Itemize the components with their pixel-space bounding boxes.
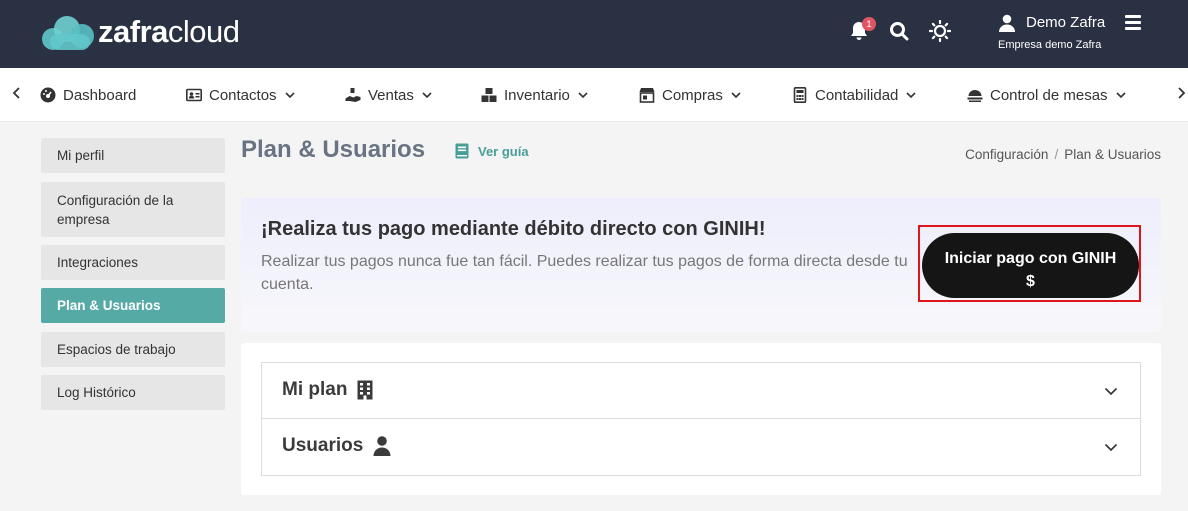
sidebar-item-label: Espacios de trabajo [57,342,176,357]
cloud-logo-icon [42,14,94,50]
accordion-title: Usuarios [282,435,364,456]
accordion-usuarios[interactable]: Usuarios [261,418,1141,476]
accordion-header: Usuarios [282,435,391,457]
accordion-title: Mi plan [282,379,348,400]
chevron-right-icon [1178,87,1186,99]
search-button[interactable] [889,20,911,42]
main-navigation: Dashboard Contactos Ventas Inventario Co… [0,68,1188,122]
accordion-header: Mi plan [282,379,373,401]
theme-toggle-button[interactable] [928,19,952,43]
nav-item-ventas[interactable]: Ventas [345,68,432,122]
sun-icon [928,19,952,43]
dollar-sign: $ [1026,273,1035,290]
nav-item-compras[interactable]: Compras [639,68,741,122]
user-name: Demo Zafra [1026,14,1106,31]
chevron-down-icon [906,92,916,99]
hamburger-menu-icon[interactable] [1125,15,1143,31]
table-service-icon [967,90,983,102]
sidebar-item-plan-usuarios[interactable]: Plan & Usuarios [41,288,225,323]
sidebar-item-espacios-de-trabajo[interactable]: Espacios de trabajo [41,332,225,367]
nav-label: Contabilidad [815,86,899,104]
chevron-down-icon [1104,387,1118,396]
ginih-promo-banner: ¡Realiza tus pago mediante débito direct… [241,198,1161,332]
logo-text: zafracloud [98,14,240,49]
chevron-down-icon [1104,443,1118,452]
nav-label: Dashboard [63,86,137,104]
nav-item-dashboard[interactable]: Dashboard [40,68,136,122]
sidebar-item-configuracion-empresa[interactable]: Configuración de la empresa [41,182,225,237]
sidebar-item-label: Configuración de la empresa [57,192,174,227]
top-header: zafracloud 1 Demo Zafra Empresa demo Zaf… [0,0,1188,68]
sidebar-item-label: Mi perfil [57,148,105,163]
iniciar-pago-ginih-button[interactable]: Iniciar pago con GINIH $ [922,233,1139,298]
banner-description: Realizar tus pagos nunca fue tan fácil. … [261,253,908,293]
nav-scroll-right-button[interactable] [1176,86,1186,105]
contacts-icon [186,88,202,102]
breadcrumb: Configuración / Plan & Usuarios [965,147,1161,162]
chevron-down-icon [422,92,432,99]
sidebar-item-label: Plan & Usuarios [57,298,161,313]
sidebar-item-mi-perfil[interactable]: Mi perfil [41,138,225,173]
breadcrumb-item-configuracion[interactable]: Configuración [965,147,1048,162]
banner-title: ¡Realiza tus pago mediante débito direct… [261,218,766,240]
building-icon [357,380,373,400]
chevron-down-icon [578,92,588,99]
chevron-left-icon [12,87,20,99]
dashboard-icon [40,87,56,103]
guide-link-label: Ver guía [478,143,529,159]
inventory-icon [481,88,497,102]
chevron-down-icon [731,92,741,99]
notifications-button[interactable]: 1 [849,17,876,42]
search-icon [890,22,909,41]
notification-badge: 1 [862,17,876,31]
zafracloud-logo[interactable]: zafracloud [42,14,240,50]
breadcrumb-separator: / [1054,147,1059,162]
sidebar-item-log-historico[interactable]: Log Histórico [41,375,225,410]
sales-icon [345,88,361,102]
chevron-down-icon [284,92,295,99]
sidebar-item-integraciones[interactable]: Integraciones [41,245,225,280]
company-name: Empresa demo Zafra [998,39,1102,51]
nav-label: Inventario [504,86,570,104]
nav-label: Compras [662,86,723,104]
plan-users-card: Mi plan Usuarios [241,343,1161,495]
calculator-icon [793,87,807,103]
book-icon [455,143,469,159]
store-icon [639,88,655,103]
nav-label: Control de mesas [990,86,1108,104]
nav-label: Ventas [368,86,414,104]
sidebar-item-label: Log Histórico [57,385,136,400]
nav-scroll-left-button[interactable] [12,86,22,105]
chevron-down-icon [1115,92,1126,99]
page-title: Plan & Usuarios [241,136,426,163]
user-icon [373,436,391,456]
nav-item-inventario[interactable]: Inventario [481,68,588,122]
sidebar-item-label: Integraciones [57,255,139,270]
accordion-mi-plan[interactable]: Mi plan [261,362,1141,419]
user-icon [999,14,1015,32]
button-label: Iniciar pago con GINIH [944,250,1117,267]
nav-label: Contactos [209,86,277,104]
nav-item-contactos[interactable]: Contactos [186,68,295,122]
nav-item-control-de-mesas[interactable]: Control de mesas [967,68,1126,122]
nav-item-contabilidad[interactable]: Contabilidad [792,68,916,122]
breadcrumb-item-current: Plan & Usuarios [1064,147,1161,162]
guide-link[interactable]: Ver guía [455,143,529,159]
